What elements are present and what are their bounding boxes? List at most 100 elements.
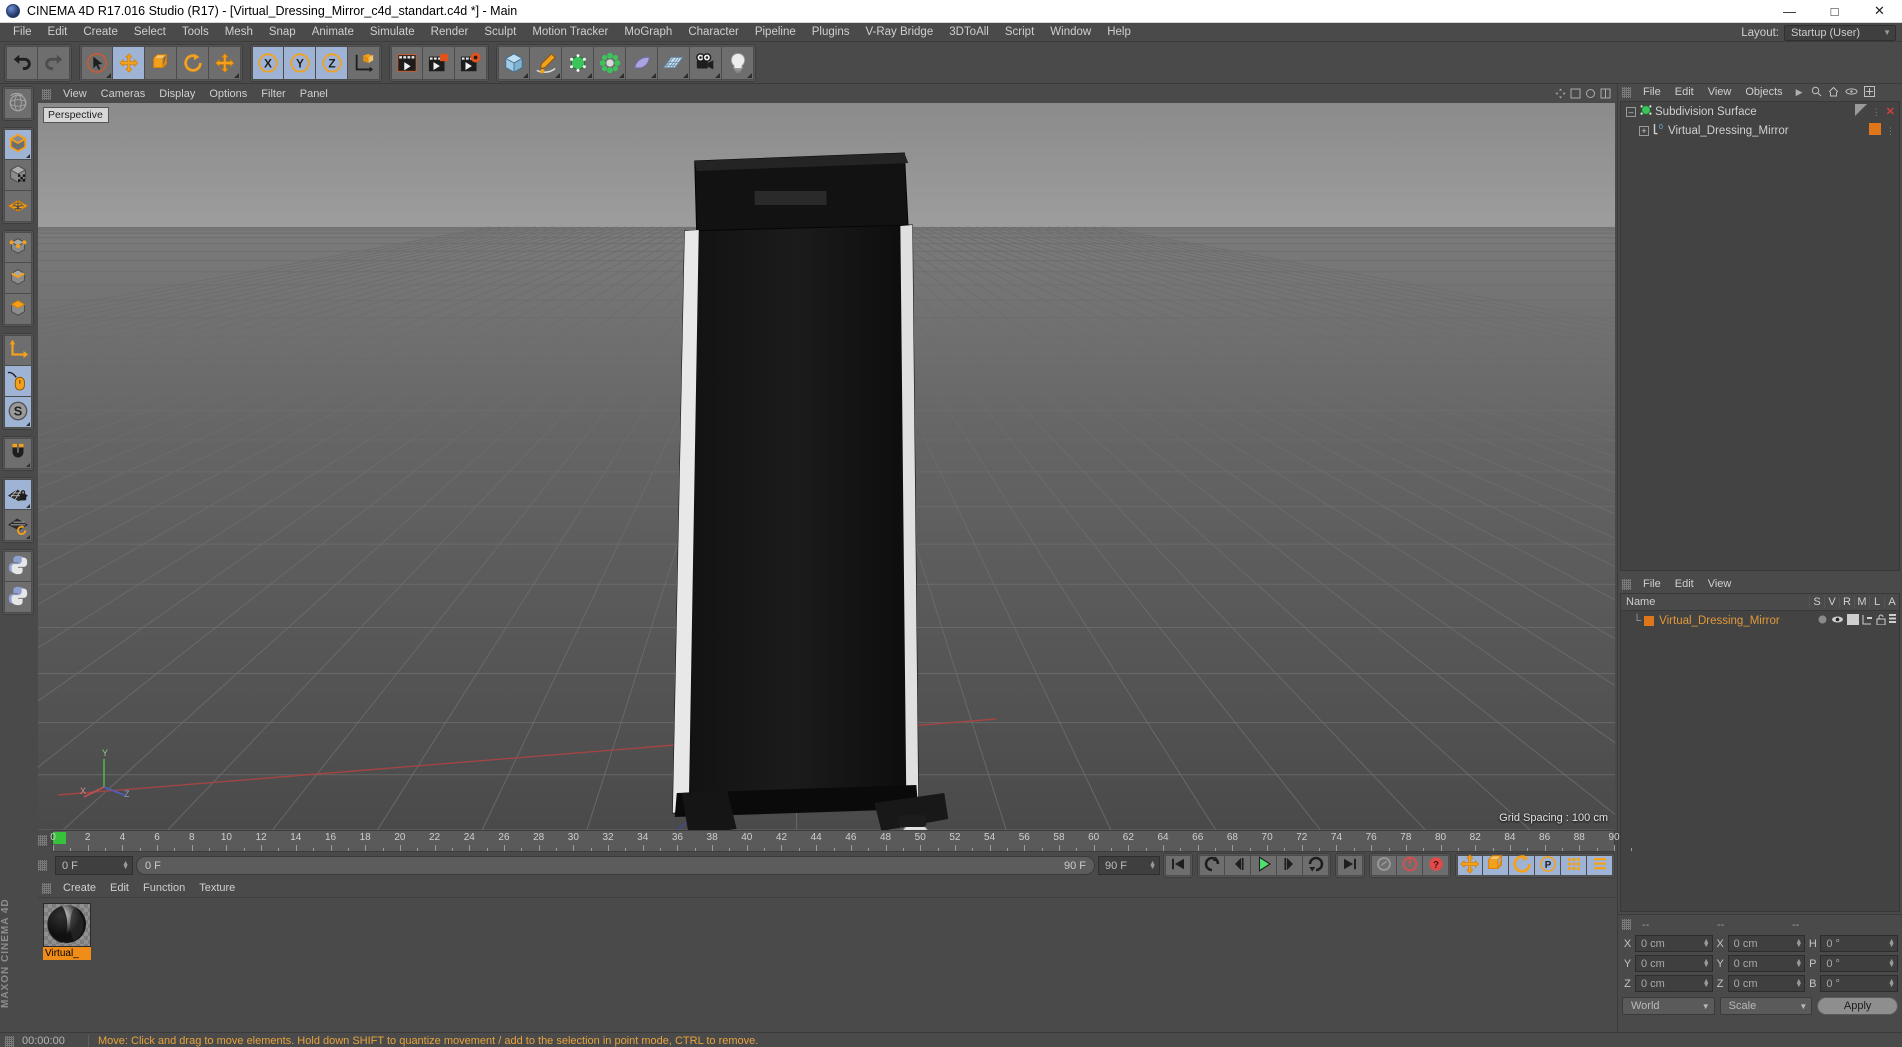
coord-mode-dropdown[interactable]: Scale ▼	[1719, 997, 1813, 1015]
coord-field-x-size[interactable]: 0 cm ▲ ▼	[1727, 935, 1806, 952]
menu-item-snap[interactable]: Snap	[261, 23, 304, 42]
layer-col-r[interactable]: R	[1839, 596, 1854, 608]
menu-item-select[interactable]: Select	[126, 23, 174, 42]
minimize-button[interactable]: —	[1767, 0, 1812, 23]
record-active-objects-button[interactable]	[1371, 855, 1397, 876]
close-button[interactable]: ✕	[1857, 0, 1902, 23]
render-settings-button[interactable]	[455, 45, 487, 80]
range-end-field[interactable]: 90 F ▲ ▼	[1098, 856, 1160, 875]
key-parameter-button[interactable]: P	[1535, 855, 1561, 876]
material-grip-icon[interactable]	[42, 883, 51, 894]
plus-icon[interactable]	[1863, 85, 1875, 100]
next-key-button[interactable]	[1277, 855, 1303, 876]
stepper-icon[interactable]: ▲ ▼	[1149, 860, 1156, 871]
delete-tag-icon[interactable]: ✕	[1886, 105, 1895, 118]
menu-item-v-ray-bridge[interactable]: V-Ray Bridge	[857, 23, 941, 42]
uv-mode-button[interactable]	[4, 191, 32, 222]
status-grip-icon[interactable]	[5, 1035, 14, 1047]
python-button-1[interactable]	[4, 551, 32, 582]
search-icon[interactable]	[1811, 86, 1822, 100]
workplane-rotate-button[interactable]	[4, 510, 32, 541]
material-list[interactable]: Virtual_	[38, 897, 1615, 1032]
texture-mode-button[interactable]	[4, 160, 32, 191]
object-row[interactable]: – Subdivision Surface ⋮ ✕	[1621, 102, 1899, 121]
layer-visible-icon[interactable]	[1831, 614, 1844, 628]
current-frame-field[interactable]: 0 F ▲ ▼	[55, 856, 133, 875]
add-floor-button[interactable]	[658, 45, 690, 80]
frame-back-button[interactable]	[1199, 855, 1225, 876]
layer-render-icon[interactable]	[1847, 613, 1859, 628]
model-mode-button[interactable]	[4, 129, 32, 160]
viewport-menu-panel[interactable]: Panel	[293, 86, 335, 103]
object-menu-file[interactable]: File	[1636, 84, 1668, 101]
home-icon[interactable]	[1828, 86, 1839, 100]
edges-mode-button[interactable]	[4, 263, 32, 294]
timeline-controls-grip-icon[interactable]	[38, 860, 47, 871]
autokeying-button[interactable]	[1397, 855, 1423, 876]
timeline-ruler[interactable]: 0 2 4 6 8 10 12 14 16 18 20 22 24 26 28 30 32 34 36 38 40 42 4…	[50, 830, 1633, 852]
goto-end-button[interactable]	[1337, 855, 1363, 876]
layer-col-s[interactable]: S	[1809, 596, 1824, 608]
menu-item-plugins[interactable]: Plugins	[804, 23, 858, 42]
viewport-camera-label[interactable]: Perspective	[43, 107, 109, 123]
workplane-lock-button[interactable]	[4, 479, 32, 510]
viewport-menu-display[interactable]: Display	[152, 86, 202, 103]
expand-toggle[interactable]: –	[1626, 106, 1636, 117]
stepper-icon[interactable]: ▲ ▼	[1888, 938, 1895, 949]
viewport-scale-icon[interactable]	[1570, 88, 1581, 99]
menu-item-window[interactable]: Window	[1042, 23, 1099, 42]
menu-item-simulate[interactable]: Simulate	[362, 23, 423, 42]
material-menu-create[interactable]: Create	[56, 880, 103, 897]
viewport-solo-button[interactable]	[4, 366, 32, 397]
world-object-coord-button[interactable]	[348, 45, 380, 80]
key-rotation-button[interactable]	[1509, 854, 1535, 876]
live-selection-button[interactable]	[81, 45, 113, 80]
viewport-menu-filter[interactable]: Filter	[254, 86, 292, 103]
chevron-right-icon[interactable]: ▶	[1796, 87, 1803, 98]
render-view-button[interactable]	[391, 45, 423, 80]
timeline-slider[interactable]: 0 F 90 F	[136, 856, 1095, 875]
coord-system-dropdown[interactable]: World ▼	[1622, 997, 1715, 1015]
menu-item-file[interactable]: File	[5, 23, 40, 42]
maximize-button[interactable]: □	[1812, 0, 1857, 23]
coord-field-p-rot[interactable]: 0 ° ▲ ▼	[1820, 955, 1899, 972]
coord-field-x-pos[interactable]: 0 cm ▲ ▼	[1635, 935, 1713, 952]
coord-field-y-pos[interactable]: 0 cm ▲ ▼	[1635, 955, 1713, 972]
viewport-menu-options[interactable]: Options	[202, 86, 254, 103]
menu-item-edit[interactable]: Edit	[40, 23, 76, 42]
key-scale-button[interactable]	[1483, 855, 1509, 876]
menu-item-motion-tracker[interactable]: Motion Tracker	[524, 23, 616, 42]
layer-menu-file[interactable]: File	[1636, 576, 1668, 593]
menu-item-pipeline[interactable]: Pipeline	[747, 23, 804, 42]
layer-col-l[interactable]: L	[1869, 596, 1884, 608]
stepper-icon[interactable]: ▲ ▼	[1888, 958, 1895, 969]
layer-col-a[interactable]: A	[1884, 596, 1899, 608]
layer-col-v[interactable]: V	[1824, 596, 1839, 608]
object-row[interactable]: +0 Virtual_Dressing_Mirror ⋮	[1621, 121, 1899, 140]
layout-dropdown[interactable]: Startup (User) ▼	[1784, 24, 1896, 41]
coordinates-grip-icon[interactable]	[1622, 919, 1631, 930]
rotate-button[interactable]	[177, 45, 209, 80]
prev-key-button[interactable]	[1225, 855, 1251, 876]
material-tag-icon[interactable]	[1869, 123, 1881, 138]
menu-item-sculpt[interactable]: Sculpt	[476, 23, 524, 42]
timeline-mode-button[interactable]	[1587, 855, 1613, 876]
eye-icon[interactable]	[1845, 86, 1858, 100]
menu-item-animate[interactable]: Animate	[304, 23, 362, 42]
coord-field-h-rot[interactable]: 0 ° ▲ ▼	[1820, 935, 1899, 952]
layer-solo-icon[interactable]	[1817, 614, 1828, 628]
object-axis-button[interactable]	[4, 335, 32, 366]
subdivision-tag-icon[interactable]	[1854, 104, 1867, 119]
stepper-icon[interactable]: ▲ ▼	[1795, 958, 1802, 969]
undo-button[interactable]	[6, 45, 38, 80]
menu-item-render[interactable]: Render	[423, 23, 477, 42]
keyframe-selection-button[interactable]: ?	[1423, 855, 1449, 876]
stepper-icon[interactable]: ▲ ▼	[1703, 958, 1710, 969]
goto-start-button[interactable]	[1165, 855, 1191, 876]
material-name[interactable]: Virtual_	[43, 947, 91, 960]
viewport-3d[interactable]: Perspective Y X Z Grid Spacing: 100 cm	[38, 103, 1615, 830]
material-item[interactable]: Virtual_	[43, 903, 91, 1027]
play-button[interactable]	[1251, 855, 1277, 876]
layer-menu-view[interactable]: View	[1701, 576, 1739, 593]
render-to-picture-viewer-button[interactable]	[423, 45, 455, 80]
